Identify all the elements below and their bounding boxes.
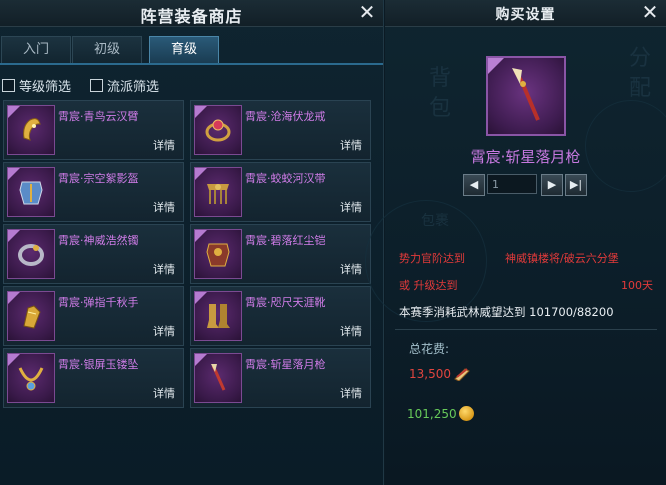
product-name: 霄宸·斩星落月枪 — [470, 148, 581, 166]
item-name: 霄宸·碧落红尘铠 — [245, 234, 326, 247]
item-name: 霄宸·沧海伏龙戒 — [245, 110, 326, 123]
item-name: 霄宸·宗空絮影盔 — [58, 172, 139, 185]
tab-junior[interactable]: 初级 — [72, 36, 142, 64]
gauntlet-icon — [23, 305, 41, 329]
item-detail-link[interactable]: 详情 — [153, 385, 175, 401]
tier-tabs: 入门 初级 育级 — [0, 36, 383, 64]
total-cost-label: 总花费: — [409, 342, 450, 356]
item-icon-frame — [7, 167, 55, 217]
level-filter-checkbox[interactable]: 等级筛选 — [2, 76, 72, 95]
watermark-text: 包 — [429, 96, 452, 121]
item-name: 霄宸·蛟蛟河汉带 — [245, 172, 326, 185]
cost-currency-2: 101,250 — [407, 406, 474, 421]
item-name: 霄宸·银屏玉镂坠 — [58, 358, 139, 371]
item-name: 霄宸·咫尺天涯靴 — [245, 296, 326, 309]
item-detail-link[interactable]: 详情 — [153, 137, 175, 153]
equipment-shop-panel: 阵营装备商店 ✕ 入门 初级 育级 等级筛选 流派筛选 霄宸·青鸟云汉臂 详情 — [0, 0, 384, 485]
cost-currency-1: 13,500 — [409, 367, 471, 381]
level-filter-label: 等级筛选 — [19, 80, 72, 95]
requirement-level-label: 或 升级达到 — [399, 279, 458, 292]
tab-advanced[interactable]: 育级 — [149, 36, 219, 64]
bangle-icon — [18, 244, 44, 266]
shop-item[interactable]: 霄宸·蛟蛟河汉带 详情 — [190, 162, 371, 222]
item-icon-frame — [194, 353, 242, 403]
close-purchase-button[interactable]: ✕ — [640, 1, 660, 23]
item-detail-link[interactable]: 详情 — [340, 199, 362, 215]
tab-beginner[interactable]: 入门 — [1, 36, 71, 64]
shop-item[interactable]: 霄宸·弹指千秋手 详情 — [3, 286, 184, 346]
boots-icon — [207, 304, 230, 328]
ornate-belt-icon — [207, 184, 229, 204]
tab-underline — [0, 63, 383, 65]
item-detail-link[interactable]: 详情 — [340, 261, 362, 277]
quantity-input[interactable]: 1 — [487, 174, 537, 194]
item-name: 霄宸·青鸟云汉臂 — [58, 110, 139, 123]
purchase-title: 购买设置 — [495, 7, 556, 23]
item-detail-link[interactable]: 详情 — [340, 323, 362, 339]
item-name: 霄宸·神威浩然镯 — [58, 234, 139, 247]
item-icon-frame — [194, 105, 242, 155]
item-icon-frame — [7, 353, 55, 403]
spear-icon — [211, 364, 226, 391]
product-icon-frame — [486, 56, 566, 136]
shop-item[interactable]: 霄宸·咫尺天涯靴 详情 — [190, 286, 371, 346]
shop-item[interactable]: 霄宸·青鸟云汉臂 详情 — [3, 100, 184, 160]
requirement-level-value: 100天 — [621, 279, 653, 292]
item-icon-frame — [194, 229, 242, 279]
item-detail-link[interactable]: 详情 — [153, 323, 175, 339]
golden-bracer-icon — [23, 118, 41, 141]
item-icon-frame — [194, 291, 242, 341]
item-name: 霄宸·斩星落月枪 — [245, 358, 326, 371]
decrease-quantity-button[interactable]: ◀ — [463, 174, 485, 196]
item-icon-frame — [7, 291, 55, 341]
shop-item[interactable]: 霄宸·沧海伏龙戒 详情 — [190, 100, 371, 160]
item-detail-link[interactable]: 详情 — [153, 261, 175, 277]
watermark-text: 包裹 — [421, 213, 449, 229]
watermark-text: 分 — [629, 46, 652, 71]
item-icon-frame — [7, 229, 55, 279]
watermark-text: 背 — [429, 66, 452, 91]
divider — [395, 329, 657, 330]
item-name: 霄宸·弹指千秋手 — [58, 296, 139, 309]
purchase-titlebar: 购买设置 ✕ — [385, 0, 666, 27]
close-shop-button[interactable]: ✕ — [357, 1, 377, 23]
school-filter-checkbox[interactable]: 流派筛选 — [90, 76, 160, 95]
requirement-rank-value: 神威镇楼将/破云六分堡 — [505, 252, 619, 265]
requirement-rank-label: 势力官阶达到 — [399, 252, 465, 265]
item-detail-link[interactable]: 详情 — [340, 137, 362, 153]
max-quantity-button[interactable]: ▶| — [565, 174, 587, 196]
shop-title: 阵营装备商店 — [140, 7, 243, 26]
purchase-settings-panel: 背 包 包裹 分 配 购买设置 ✕ 霄宸·斩星落月枪 ◀ 1 ▶ ▶| 势力官阶… — [365, 0, 666, 485]
cost-amount: 101,250 — [407, 407, 457, 421]
red-armor-icon — [206, 243, 230, 267]
increase-quantity-button[interactable]: ▶ — [541, 174, 563, 196]
season-prestige-requirement: 本赛季消耗武林威望达到 101700/88200 — [399, 305, 614, 319]
checkbox-icon — [2, 79, 15, 92]
shop-item[interactable]: 霄宸·神威浩然镯 详情 — [3, 224, 184, 284]
scroll-currency-icon — [454, 368, 470, 381]
school-filter-label: 流派筛选 — [107, 80, 160, 95]
necklace-icon — [18, 367, 44, 391]
shop-item[interactable]: 霄宸·斩星落月枪 详情 — [190, 348, 371, 408]
watermark-text: 配 — [629, 76, 652, 101]
item-detail-link[interactable]: 详情 — [153, 199, 175, 215]
cost-amount: 13,500 — [409, 367, 451, 381]
spear-icon — [512, 68, 540, 121]
shop-item[interactable]: 霄宸·宗空絮影盔 详情 — [3, 162, 184, 222]
checkbox-icon — [90, 79, 103, 92]
shop-titlebar: 阵营装备商店 ✕ — [0, 0, 383, 27]
item-icon-frame — [194, 167, 242, 217]
blue-armor-icon — [19, 181, 43, 205]
shop-item[interactable]: 霄宸·碧落红尘铠 详情 — [190, 224, 371, 284]
item-detail-link[interactable]: 详情 — [340, 385, 362, 401]
jeweled-ring-icon — [205, 119, 231, 142]
shop-item[interactable]: 霄宸·银屏玉镂坠 详情 — [3, 348, 184, 408]
item-icon-frame — [7, 105, 55, 155]
coin-currency-icon — [458, 406, 474, 421]
